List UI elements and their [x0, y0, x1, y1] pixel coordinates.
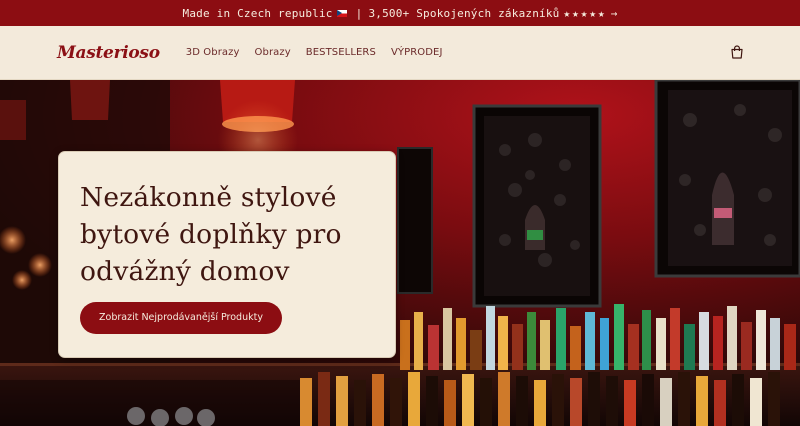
arrow-right-icon[interactable]: →: [611, 7, 618, 20]
announcement-bar[interactable]: Made in Czech republic | 3,500+ Spokojen…: [0, 0, 800, 26]
cta-bestsellers-button[interactable]: Zobrazit Nejprodávanější Produkty: [80, 302, 282, 334]
announcement-made-in: Made in Czech republic: [182, 6, 333, 20]
hero-headline: Nezákonně stylové bytové doplňky pro odv…: [80, 182, 342, 287]
czech-flag-icon: [336, 9, 347, 17]
site-header: Masterioso 3D Obrazy Obrazy BESTSELLERS …: [0, 26, 800, 80]
shopping-bag-icon[interactable]: [729, 44, 745, 60]
rating-stars: ★★★★★: [563, 6, 607, 20]
hero-card: Nezákonně stylové bytové doplňky pro odv…: [58, 151, 396, 358]
nav-vyprodej[interactable]: VÝPRODEJ: [391, 47, 443, 58]
announcement-separator: |: [355, 6, 363, 20]
hero-banner: Nezákonně stylové bytové doplňky pro odv…: [0, 80, 800, 426]
nav-obrazy[interactable]: Obrazy: [255, 47, 291, 58]
announcement-customers: 3,500+ Spokojených zákazníků: [368, 6, 560, 20]
nav-bestsellers[interactable]: BESTSELLERS: [306, 47, 376, 58]
brand-logo[interactable]: Masterioso: [57, 43, 160, 63]
nav-3d-obrazy[interactable]: 3D Obrazy: [186, 47, 240, 58]
main-nav: 3D Obrazy Obrazy BESTSELLERS VÝPRODEJ: [186, 47, 443, 58]
